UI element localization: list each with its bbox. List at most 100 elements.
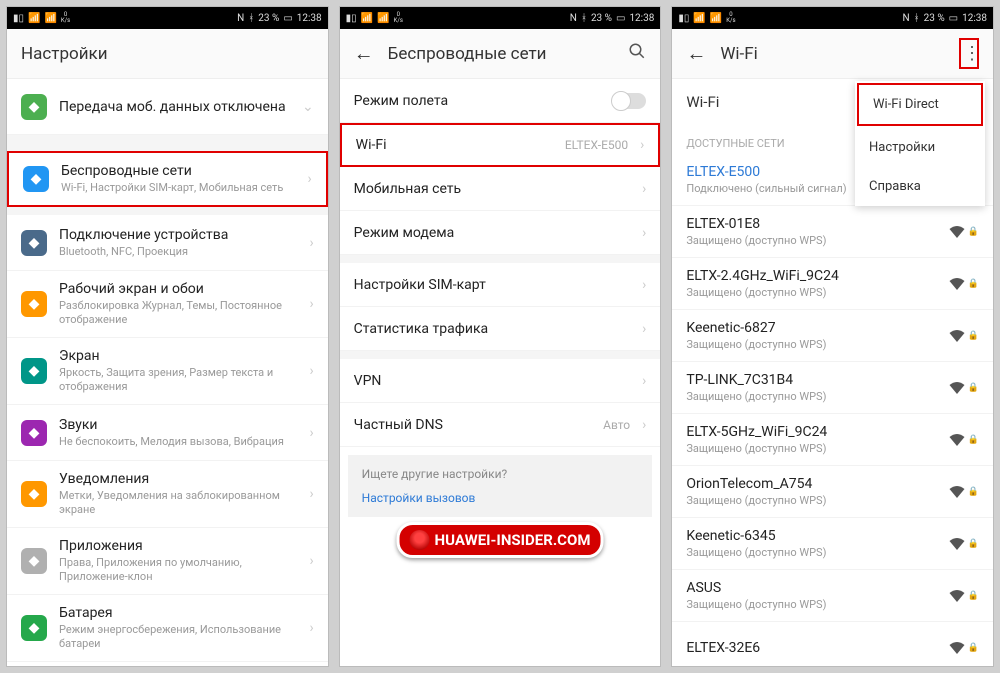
apps-icon: ◆ (21, 548, 47, 574)
wifi-ssid: ELTEX-01E8 (686, 216, 947, 232)
wifi-signal-icon: 🔒 (948, 225, 979, 239)
wifi-network-row[interactable]: OrionTelecom_A754Защищено (доступно WPS)… (672, 466, 993, 518)
bt-icon: ᚼ (914, 13, 920, 24)
item-title: Режим полета (354, 93, 601, 109)
chevron-icon: ⌄ (302, 99, 314, 115)
app-bar: Настройки (7, 29, 328, 79)
settings-item[interactable]: ◆ПамятьОчистка памяти› (7, 662, 328, 666)
item-title: Приложения (59, 538, 297, 554)
back-button[interactable]: ← (686, 41, 706, 66)
chevron-icon: › (309, 296, 313, 312)
wifi-network-row[interactable]: Keenetic-6345Защищено (доступно WPS)🔒 (672, 518, 993, 570)
lock-icon: 🔒 (968, 435, 979, 445)
item-subtitle: Права, Приложения по умолчанию, Приложен… (59, 556, 297, 584)
wifi-icon: ◆ (23, 166, 49, 192)
chevron-right-icon: › (642, 181, 646, 197)
wifi-signal-icon: 🔒 (948, 433, 979, 447)
lock-icon: 🔒 (968, 487, 979, 497)
item-title: Настройки SIM-карт (354, 277, 630, 293)
more-menu-button[interactable]: ⋮ (959, 38, 979, 69)
item-title: Батарея (59, 605, 297, 621)
settings-item[interactable]: ◆ Приложения Права, Приложения по умолчани… (7, 528, 328, 595)
settings-item[interactable]: ◆БатареяРежим энергосбережения, Использо… (7, 595, 328, 662)
wifi-status-icon: 📶 (44, 13, 56, 24)
settings-item[interactable]: ◆Беспроводные сетиWi-Fi, Настройки SIM-к… (7, 151, 328, 207)
settings-item[interactable]: ◆УведомленияМетки, Уведомления на заблок… (7, 461, 328, 528)
battery-icon: ▭ (949, 13, 958, 24)
cell-signal-icon: ▮▯ (678, 13, 689, 24)
wifi-network-row[interactable]: ELTEX-32E6🔒 (672, 622, 993, 666)
app-bar: ← Wi-Fi ⋮ (672, 29, 993, 79)
lock-icon: 🔒 (968, 539, 979, 549)
wifi-status: Защищено (доступно WPS) (686, 442, 947, 455)
item-title: Статистика трафика (354, 321, 630, 337)
menu-item[interactable]: Wi-Fi Direct (857, 83, 983, 126)
wifi-network-row[interactable]: ASUSЗащищено (доступно WPS)🔒 (672, 570, 993, 622)
clock: 12:38 (962, 13, 987, 24)
settings-item[interactable]: ◆ЭкранЯркость, Защита зрения, Размер тек… (7, 338, 328, 405)
search-icon[interactable] (628, 42, 646, 65)
wireless-item[interactable]: Настройки SIM-карт› (340, 263, 661, 307)
settings-item[interactable]: ◆Подключение устройстваBluetooth, NFC, П… (7, 215, 328, 271)
settings-list[interactable]: ◆Передача моб. данных отключена⌄ ◆ Беспров… (7, 79, 328, 666)
item-title: Wi-Fi (356, 137, 553, 153)
wireless-item[interactable]: Статистика трафика› (340, 307, 661, 351)
settings-item[interactable]: ◆ЗвукиНе беспокоить, Мелодия вызова, Виб… (7, 405, 328, 461)
wireless-item[interactable]: Режим полета (340, 79, 661, 123)
item-subtitle: Метки, Уведомления на заблокированном эк… (59, 489, 297, 517)
wifi-network-row[interactable]: ELTX-5GHz_WiFi_9C24 Защищено (доступно WP… (672, 414, 993, 466)
wifi-status-icon: 📶 (377, 13, 389, 24)
wifi-status: Защищено (доступно WPS) (686, 234, 947, 247)
wifi-network-row[interactable]: ELTEX-01E8 Защищено (доступно WPS)🔒 (672, 206, 993, 258)
screen-title: Беспроводные сети (388, 44, 615, 64)
bt-icon: ᚼ (248, 13, 254, 24)
wireless-item[interactable]: VPN› (340, 359, 661, 403)
menu-item[interactable]: Справка (855, 167, 985, 206)
settings-item[interactable]: ◆Передача моб. данных отключена⌄ (7, 79, 328, 135)
status-bar: ▮▯ 📶 📶 0K/s N ᚼ 23 % ▭ 12:38 (672, 7, 993, 29)
wifi-ssid: ELTX-5GHz_WiFi_9C24 (686, 424, 947, 440)
back-button[interactable]: ← (354, 41, 374, 66)
wifi-status-icon: 📶 (710, 13, 722, 24)
wifi-network-row[interactable]: ELTX-2.4GHz_WiFi_9C24Защищено (доступно … (672, 258, 993, 310)
screen-title: Wi-Fi (720, 44, 945, 64)
item-value: Авто (603, 418, 630, 432)
battery-icon: ▭ (616, 13, 625, 24)
wifi-signal-icon: 🔒 (948, 537, 979, 551)
wifi-status: Защищено (доступно WPS) (686, 286, 947, 299)
airplane-toggle[interactable] (612, 93, 646, 109)
wifi-network-row[interactable]: TP-LINK_7C31B4Защищено (доступно WPS)🔒 (672, 362, 993, 414)
nfc-icon: N (570, 13, 577, 24)
wireless-item[interactable]: Wi-FiELTEX-E500› (340, 123, 661, 167)
chevron-icon: › (309, 486, 313, 502)
wireless-item[interactable]: Режим модема› (340, 211, 661, 255)
menu-item[interactable]: Настройки (855, 128, 985, 167)
call-settings-link[interactable]: Настройки вызовов (362, 491, 639, 505)
item-title: Звуки (59, 417, 297, 433)
wireless-item[interactable]: Мобильная сеть› (340, 167, 661, 211)
wireless-list[interactable]: Режим полета Wi-Fi ELTEX-E500 ›Мобильная се… (340, 79, 661, 666)
display-icon: ◆ (21, 358, 47, 384)
wifi-status: Защищено (доступно WPS) (686, 338, 947, 351)
item-title: Подключение устройства (59, 227, 297, 243)
wifi-ssid: ASUS (686, 580, 947, 596)
signal-icon: 📶 (28, 13, 40, 24)
wifi-signal-icon: 🔒 (948, 589, 979, 603)
wifi-network-row[interactable]: Keenetic-6827Защищено (доступно WPS)🔒 (672, 310, 993, 362)
wireless-item[interactable]: Частный DNSАвто› (340, 403, 661, 447)
phone-screen-wifi: ▮▯ 📶 📶 0K/s N ᚼ 23 % ▭ 12:38 ← Wi-Fi ⋮ W… (671, 6, 994, 667)
battery-icon: ▭ (283, 13, 292, 24)
lock-icon: 🔒 (968, 591, 979, 601)
item-title: Беспроводные сети (61, 163, 295, 179)
bell-icon: ◆ (21, 481, 47, 507)
wifi-signal-icon: 🔒 (948, 277, 979, 291)
item-subtitle: Не беспокоить, Мелодия вызова, Вибрация (59, 435, 297, 449)
settings-item[interactable]: ◆Рабочий экран и обоиРазблокировка Журна… (7, 271, 328, 338)
chevron-icon: › (309, 553, 313, 569)
chevron-icon: › (309, 425, 313, 441)
item-value: ELTEX-E500 (565, 138, 628, 152)
info-box: Ищете другие настройки? Настройки вызовов (348, 455, 653, 517)
info-question: Ищете другие настройки? (362, 467, 639, 481)
wifi-ssid: TP-LINK_7C31B4 (686, 372, 947, 388)
nfc-icon: N (902, 13, 909, 24)
